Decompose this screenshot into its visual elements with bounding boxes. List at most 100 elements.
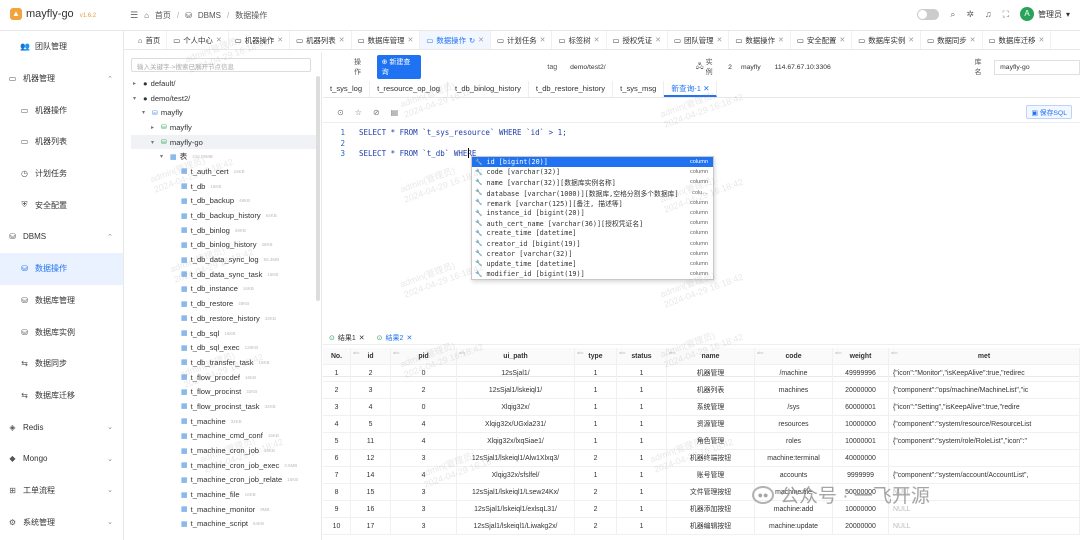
- page-tab[interactable]: ▭ 团队管理 ✕: [668, 31, 730, 49]
- tree-node[interactable]: ▸ ● default/: [131, 76, 317, 91]
- refresh-icon[interactable]: ↻: [469, 36, 475, 45]
- table-cell[interactable]: 2: [575, 483, 617, 501]
- fullscreen-icon[interactable]: ⛶: [1003, 9, 1009, 20]
- save-sql-button[interactable]: ▣ 保存SQL: [1026, 105, 1072, 119]
- close-icon[interactable]: ✕: [908, 36, 914, 44]
- table-cell[interactable]: [889, 449, 1080, 467]
- page-tab[interactable]: ▭ 数据同步 ✕: [921, 31, 983, 49]
- autocomplete-item[interactable]: 🔧 instance_id [bigint(20)] column: [472, 208, 713, 218]
- grid-header-cell[interactable]: abc code: [755, 348, 833, 365]
- table-cell[interactable]: 1: [617, 381, 667, 399]
- table-row[interactable]: 6 12 3 12sSjal1/lskeiql1/Alw1Xlxq3/2 1 机器终端按钮…: [323, 449, 1080, 467]
- page-tab[interactable]: ▭ 数据操作 ↻ ✕: [420, 31, 492, 49]
- result-tab[interactable]: ⊙ 结果1 ✕: [323, 333, 371, 343]
- sidebar-item[interactable]: ⛨ 安全配置: [0, 189, 123, 221]
- sidebar-item[interactable]: ▭ 机器管理 ⌃: [0, 63, 123, 95]
- table-cell[interactable]: 3: [323, 398, 351, 416]
- table-cell[interactable]: 10000000: [833, 415, 889, 433]
- table-cell[interactable]: 1: [575, 381, 617, 399]
- table-cell[interactable]: 4: [391, 466, 457, 484]
- sql-tab[interactable]: t_db_binlog_history: [448, 81, 529, 97]
- table-row[interactable]: 7 14 4 Xlqig32x/sfslfel/1 1 账号管理 accounts 99999…: [323, 466, 1080, 484]
- sidebar-item[interactable]: ⛁ 数据操作: [0, 252, 123, 285]
- table-cell[interactable]: machine:terminal: [755, 449, 833, 467]
- caret-down-icon[interactable]: ▾: [133, 95, 140, 102]
- page-tab[interactable]: ▭ 数据库实例 ✕: [852, 31, 922, 49]
- table-row[interactable]: 5 11 4 Xlqig32x/lxqSiae1/1 1 角色管理 roles 1000000…: [323, 432, 1080, 450]
- close-icon[interactable]: ✕: [540, 36, 546, 44]
- table-cell[interactable]: 10000001: [833, 432, 889, 450]
- close-icon[interactable]: ✕: [1039, 36, 1045, 44]
- autocomplete-item[interactable]: 🔧 remark [varchar(125)][备注, 描述等] column: [472, 198, 713, 208]
- table-cell[interactable]: 4: [391, 432, 457, 450]
- table-cell[interactable]: 8: [323, 483, 351, 501]
- page-tab[interactable]: ▭ 个人中心 ✕: [167, 31, 229, 49]
- tree-table-node[interactable]: ▦ t_machine_cmd_conf 16KB: [131, 429, 317, 444]
- tree-node[interactable]: ▾ ▦ 表 216.05MB: [131, 149, 317, 164]
- autocomplete-item[interactable]: 🔧 update_time [datetime] column: [472, 259, 713, 269]
- table-cell[interactable]: resources: [755, 415, 833, 433]
- table-cell[interactable]: 20000000: [833, 517, 889, 535]
- sql-tab[interactable]: 新查询-1 ✕: [664, 81, 718, 97]
- close-icon[interactable]: ✕: [839, 36, 845, 44]
- table-cell[interactable]: 账号管理: [667, 466, 755, 484]
- close-icon[interactable]: ✕: [359, 334, 365, 342]
- tree-table-node[interactable]: ▦ t_db_restore_history 32KB: [131, 311, 317, 326]
- close-icon[interactable]: ✕: [655, 36, 661, 44]
- sql-tab[interactable]: t_sys_log: [323, 81, 371, 97]
- table-cell[interactable]: 2: [575, 500, 617, 518]
- table-cell[interactable]: 2: [323, 381, 351, 399]
- sidebar-item[interactable]: ⛁ 数据库实例: [0, 316, 123, 348]
- tree-node[interactable]: ▾ ⛁ mayfly-go: [131, 134, 317, 150]
- table-cell[interactable]: 1: [617, 466, 667, 484]
- caret-right-icon[interactable]: ▸: [151, 124, 158, 131]
- table-cell[interactable]: 5: [323, 432, 351, 450]
- table-row[interactable]: 9 16 3 12sSjal1/lskeiql1/exlsqL31/2 1 机器添加按钮 m…: [323, 500, 1080, 518]
- tree-table-node[interactable]: ▦ t_machine_file 16KB: [131, 487, 317, 502]
- sidebar-item[interactable]: ⊞ 工单流程 ⌄: [0, 475, 123, 507]
- table-cell[interactable]: {"component":"system/role/RoleList","ico…: [889, 432, 1080, 450]
- table-cell[interactable]: 7: [323, 466, 351, 484]
- table-cell[interactable]: 3: [391, 483, 457, 501]
- table-cell[interactable]: 1: [617, 432, 667, 450]
- sidebar-item[interactable]: ▭ 机器列表: [0, 126, 123, 158]
- table-row[interactable]: 2 3 2 12sSjal1/lskeiql1/1 1 机器列表 machines 20000…: [323, 381, 1080, 399]
- tree-node[interactable]: ▾ ⛁ mayfly: [131, 105, 317, 120]
- table-cell[interactable]: 1: [617, 449, 667, 467]
- table-cell[interactable]: 1: [617, 364, 667, 382]
- table-row[interactable]: 10 17 3 12sSjal1/lskeiql1/Liwakg2x/2 1 机器编辑按钮…: [323, 517, 1080, 535]
- sidebar-item[interactable]: 👥 团队管理: [0, 31, 123, 63]
- close-icon[interactable]: ✕: [717, 36, 723, 44]
- table-cell[interactable]: 9: [323, 500, 351, 518]
- commit-icon[interactable]: ⊘: [373, 108, 380, 117]
- autocomplete-item[interactable]: 🔧 create_time [datetime] column: [472, 228, 713, 238]
- tree-table-node[interactable]: ▦ t_machine_script 64KB: [131, 517, 317, 532]
- close-icon[interactable]: ✕: [970, 36, 976, 44]
- table-cell[interactable]: 1: [617, 517, 667, 535]
- table-cell[interactable]: 60000001: [833, 398, 889, 416]
- tree-table-node[interactable]: ▦ t_machine_monitor 9MB: [131, 502, 317, 517]
- table-cell[interactable]: 11: [351, 432, 391, 450]
- table-cell[interactable]: 2: [575, 449, 617, 467]
- tree-table-node[interactable]: ▦ t_machine 32KB: [131, 414, 317, 429]
- user-menu[interactable]: A 管理员 ▾: [1019, 7, 1070, 21]
- close-icon[interactable]: ✕: [778, 36, 784, 44]
- tree-table-node[interactable]: ▦ t_machine_cron_job 16KB: [131, 443, 317, 458]
- sidebar-item[interactable]: ⛁ 数据库管理: [0, 285, 123, 317]
- gear-icon[interactable]: ✲: [966, 9, 974, 20]
- sql-tab[interactable]: t_db_restore_history: [529, 81, 614, 97]
- autocomplete-item[interactable]: 🔧 code [varchar(32)] column: [472, 167, 713, 177]
- sidebar-item[interactable]: ▭ 机器操作: [0, 94, 123, 126]
- table-cell[interactable]: 1: [617, 398, 667, 416]
- table-cell[interactable]: 12sSjal1/lskeiql1/exlsqL31/: [457, 500, 575, 518]
- format-icon[interactable]: ☆: [355, 108, 362, 117]
- table-cell[interactable]: 2: [351, 364, 391, 382]
- table-cell[interactable]: 20000000: [833, 381, 889, 399]
- autocomplete-item[interactable]: 🔧 creator_id [bigint(19)] column: [472, 239, 713, 249]
- run-icon[interactable]: ⊙: [337, 108, 344, 117]
- autocomplete-item[interactable]: 🔧 database [varchar(1000)][数据库,空格分割多个数据库]…: [472, 188, 713, 198]
- sql-tab[interactable]: t_resource_op_log: [370, 81, 448, 97]
- tree-table-node[interactable]: ▦ t_auth_cert 16KB: [131, 164, 317, 179]
- grid-header-cell[interactable]: abc weight: [833, 348, 889, 365]
- tree-search-input[interactable]: 输入关键字->搜索已展开节点信息: [131, 58, 311, 72]
